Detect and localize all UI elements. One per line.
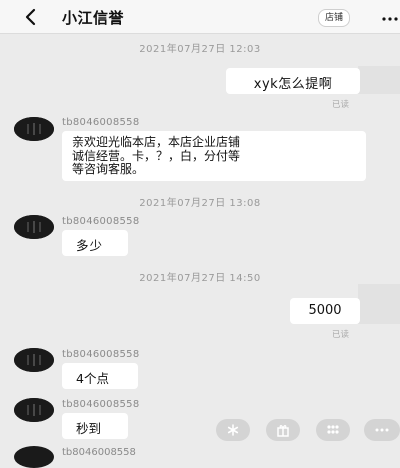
message-line: 秒到 (76, 421, 102, 436)
avatar[interactable] (14, 348, 54, 372)
incoming-message-bubble[interactable]: 秒到 (62, 413, 128, 439)
outgoing-message-bubble[interactable]: 5000 (290, 298, 360, 324)
avatar[interactable] (14, 215, 54, 239)
message-line: 多少 (76, 238, 104, 253)
message-timestamp: 2021年07月27日 12:03 (139, 44, 261, 55)
incoming-message-bubble[interactable]: 多少 (62, 230, 128, 256)
message-line: 亲欢迎光临本店，本店企业店铺 (72, 135, 241, 149)
chat-header: 小江信誉 店铺 (0, 0, 400, 34)
sender-name: tb8046008558 (62, 349, 140, 360)
more-dots-icon (375, 428, 389, 432)
avatar[interactable] (14, 446, 54, 468)
avatar-pattern-icon (14, 348, 54, 372)
incoming-message-bubble[interactable]: 4个点 (62, 363, 138, 389)
quick-action-gift-button[interactable] (266, 419, 300, 441)
quick-action-more-button[interactable] (364, 419, 400, 441)
chevron-left-icon (25, 8, 36, 26)
message-timestamp: 2021年07月27日 14:50 (139, 273, 261, 284)
outgoing-message-bubble[interactable]: xyk怎么提啊 (226, 68, 360, 94)
read-status: 已读 (332, 100, 350, 110)
incoming-message-bubble[interactable]: 亲欢迎光临本店，本店企业店铺 诚信经营。卡，？，白，分付等 等咨询客服。 (62, 131, 366, 181)
bubble-shade (358, 66, 400, 94)
grid-icon (327, 425, 339, 434)
shop-button[interactable]: 店铺 (318, 9, 350, 27)
ellipsis-icon (382, 17, 398, 21)
read-status: 已读 (332, 330, 350, 340)
quick-action-star-button[interactable] (216, 419, 250, 441)
chat-title: 小江信誉 (62, 9, 125, 27)
sender-name: tb8046008558 (62, 117, 140, 128)
bubble-shade (358, 284, 400, 324)
back-button[interactable] (20, 6, 44, 28)
gift-icon (277, 425, 289, 437)
sender-name: tb8046008558 (62, 399, 140, 410)
message-line: 等咨询客服。 (72, 162, 145, 176)
sender-name: tb8046008558 (62, 447, 136, 458)
more-options-button[interactable] (380, 10, 400, 22)
avatar[interactable] (14, 117, 54, 141)
quick-action-grid-button[interactable] (316, 419, 350, 441)
avatar-pattern-icon (14, 398, 54, 422)
asterisk-icon (227, 424, 239, 436)
message-line: 4个点 (76, 371, 109, 386)
message-timestamp: 2021年07月27日 13:08 (139, 198, 261, 209)
message-line: 诚信经营。卡，？，白，分付等 (72, 148, 241, 163)
avatar[interactable] (14, 398, 54, 422)
sender-name: tb8046008558 (62, 216, 140, 227)
avatar-pattern-icon (14, 215, 54, 239)
avatar-pattern-icon (14, 117, 54, 141)
